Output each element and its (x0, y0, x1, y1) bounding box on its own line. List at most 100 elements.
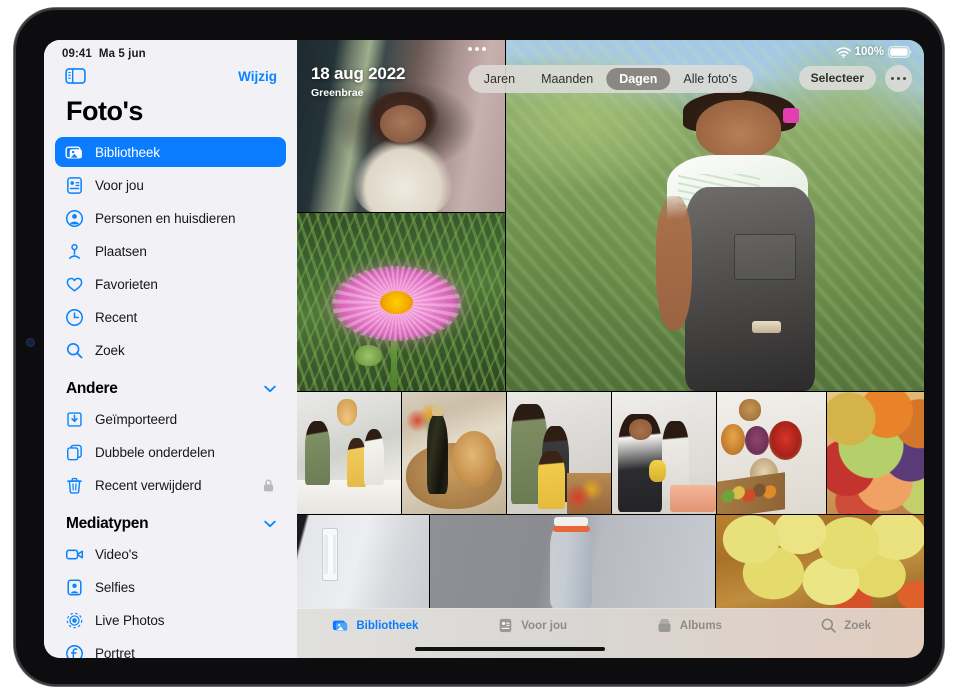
tab-label: Zoek (844, 620, 871, 632)
sidebar-item-label: Video's (95, 547, 138, 562)
tab-voor-jou[interactable]: Voor jou (454, 617, 611, 634)
photo-library-icon (332, 617, 349, 634)
portrait-f-icon (65, 644, 84, 659)
tab-albums[interactable]: Albums (611, 617, 768, 634)
sidebar-other-nav: Geïmporteerd Dubbele onderdelen (44, 404, 297, 500)
photo-grid-area: 18 aug 2022 Greenbrae 100% (297, 40, 924, 658)
photo-woman-with-corn[interactable] (612, 392, 716, 514)
sidebar-item-portret[interactable]: Portret (55, 638, 286, 658)
select-button[interactable]: Selecteer (799, 66, 876, 90)
sidebar-item-label: Personen en huisdieren (95, 211, 235, 226)
sidebar-item-dubbele-onderdelen[interactable]: Dubbele onderdelen (55, 437, 286, 467)
segment-maanden[interactable]: Maanden (528, 68, 606, 90)
sidebar-item-videos[interactable]: Video's (55, 539, 286, 569)
ellipsis-circle-icon[interactable] (885, 65, 912, 92)
status-bar-right: 100% (836, 46, 912, 58)
section-title: Andere (66, 380, 118, 398)
sidebar: 09:41 Ma 5 jun Wijzig Foto's (44, 40, 297, 658)
sidebar-media-nav: Video's Selfies Live (44, 539, 297, 658)
photo-bowls-of-produce[interactable] (717, 392, 826, 514)
sidebar-item-favorieten[interactable]: Favorieten (55, 269, 286, 299)
sidebar-item-voor-jou[interactable]: Voor jou (55, 170, 286, 200)
sidebar-item-label: Portret (95, 646, 135, 659)
sidebar-item-personen-en-huisdieren[interactable]: Personen en huisdieren (55, 203, 286, 233)
edit-button[interactable]: Wijzig (238, 69, 277, 84)
search-icon (820, 617, 837, 634)
tab-label: Albums (680, 620, 722, 632)
ipad-device-frame: 09:41 Ma 5 jun Wijzig Foto's (14, 8, 944, 686)
for-you-icon (65, 176, 84, 195)
sidebar-item-recent[interactable]: Recent (55, 302, 286, 332)
sidebar-toolbar: Wijzig (44, 40, 297, 84)
front-camera-icon (26, 338, 35, 347)
tab-label: Bibliotheek (356, 620, 418, 632)
segment-jaren[interactable]: Jaren (471, 68, 528, 90)
photo-family-in-kitchen[interactable] (297, 392, 401, 514)
sidebar-toggle-icon[interactable] (65, 68, 86, 84)
segment-alle-fotos[interactable]: Alle foto's (670, 68, 750, 90)
sidebar-item-label: Live Photos (95, 613, 164, 628)
photo-couple-with-child[interactable] (507, 392, 611, 514)
lock-icon (263, 479, 274, 492)
section-header-mediatypen[interactable]: Mediatypen (44, 503, 297, 539)
sidebar-item-label: Selfies (95, 580, 135, 595)
photo-glass-bottle[interactable] (430, 515, 715, 609)
segment-dagen[interactable]: Dagen (606, 68, 670, 90)
photo-sliced-squash[interactable] (716, 515, 924, 609)
three-dots-icon (468, 47, 486, 51)
photo-grid (297, 40, 924, 658)
duplicate-icon (65, 443, 84, 462)
places-pin-icon (65, 242, 84, 261)
photo-bread-and-bottle[interactable] (402, 392, 506, 514)
sidebar-item-zoek[interactable]: Zoek (55, 335, 286, 365)
sidebar-item-recent-verwijderd[interactable]: Recent verwijderd (55, 470, 286, 500)
tab-label: Voor jou (521, 620, 567, 632)
search-icon (65, 341, 84, 360)
chevron-down-icon[interactable] (264, 520, 276, 528)
sidebar-item-label: Zoek (95, 343, 125, 358)
section-header-andere[interactable]: Andere (44, 368, 297, 404)
status-date: Ma 5 jun (99, 48, 146, 60)
sidebar-item-plaatsen[interactable]: Plaatsen (55, 236, 286, 266)
photo-pink-cosmos-flower[interactable] (297, 213, 505, 391)
people-pets-icon (65, 209, 84, 228)
tab-bar: Bibliotheek Voor jou (297, 608, 924, 658)
tab-bibliotheek[interactable]: Bibliotheek (297, 617, 454, 634)
battery-percent-label: 100% (855, 46, 884, 58)
ipad-screen: 09:41 Ma 5 jun Wijzig Foto's (44, 40, 924, 658)
photo-kitchen-wall-switch[interactable] (297, 515, 429, 609)
for-you-icon (497, 617, 514, 634)
sidebar-item-label: Geïmporteerd (95, 412, 177, 427)
home-indicator (415, 647, 605, 652)
sidebar-item-geimporteerd[interactable]: Geïmporteerd (55, 404, 286, 434)
heart-icon (65, 275, 84, 294)
status-time: 09:41 (62, 48, 92, 60)
sidebar-item-label: Favorieten (95, 277, 158, 292)
trash-icon (65, 476, 84, 495)
sidebar-item-label: Recent (95, 310, 137, 325)
sidebar-primary-nav: Bibliotheek Voor jou (44, 137, 297, 365)
sidebar-item-selfies[interactable]: Selfies (55, 572, 286, 602)
photo-bowl-of-fruit[interactable] (827, 392, 924, 514)
sidebar-item-live-photos[interactable]: Live Photos (55, 605, 286, 635)
selfie-icon (65, 578, 84, 597)
sidebar-item-label: Plaatsen (95, 244, 147, 259)
chevron-down-icon[interactable] (264, 385, 276, 393)
wifi-icon (836, 47, 851, 58)
video-camera-icon (65, 545, 84, 564)
tab-zoek[interactable]: Zoek (767, 617, 924, 634)
battery-full-icon (888, 46, 912, 58)
live-photo-icon (65, 611, 84, 630)
sidebar-item-label: Bibliotheek (95, 145, 160, 160)
page-title: Foto's (44, 84, 297, 137)
photo-woman-by-window[interactable] (297, 40, 505, 212)
clock-icon (65, 308, 84, 327)
import-icon (65, 410, 84, 429)
sidebar-item-label: Dubbele onderdelen (95, 445, 215, 460)
sidebar-item-label: Voor jou (95, 178, 144, 193)
timeline-segmented-control[interactable]: Jaren Maanden Dagen Alle foto's (468, 65, 753, 93)
sidebar-item-bibliotheek[interactable]: Bibliotheek (55, 137, 286, 167)
sidebar-item-label: Recent verwijderd (95, 478, 201, 493)
status-bar-left: 09:41 Ma 5 jun (62, 48, 146, 60)
section-title: Mediatypen (66, 515, 148, 533)
